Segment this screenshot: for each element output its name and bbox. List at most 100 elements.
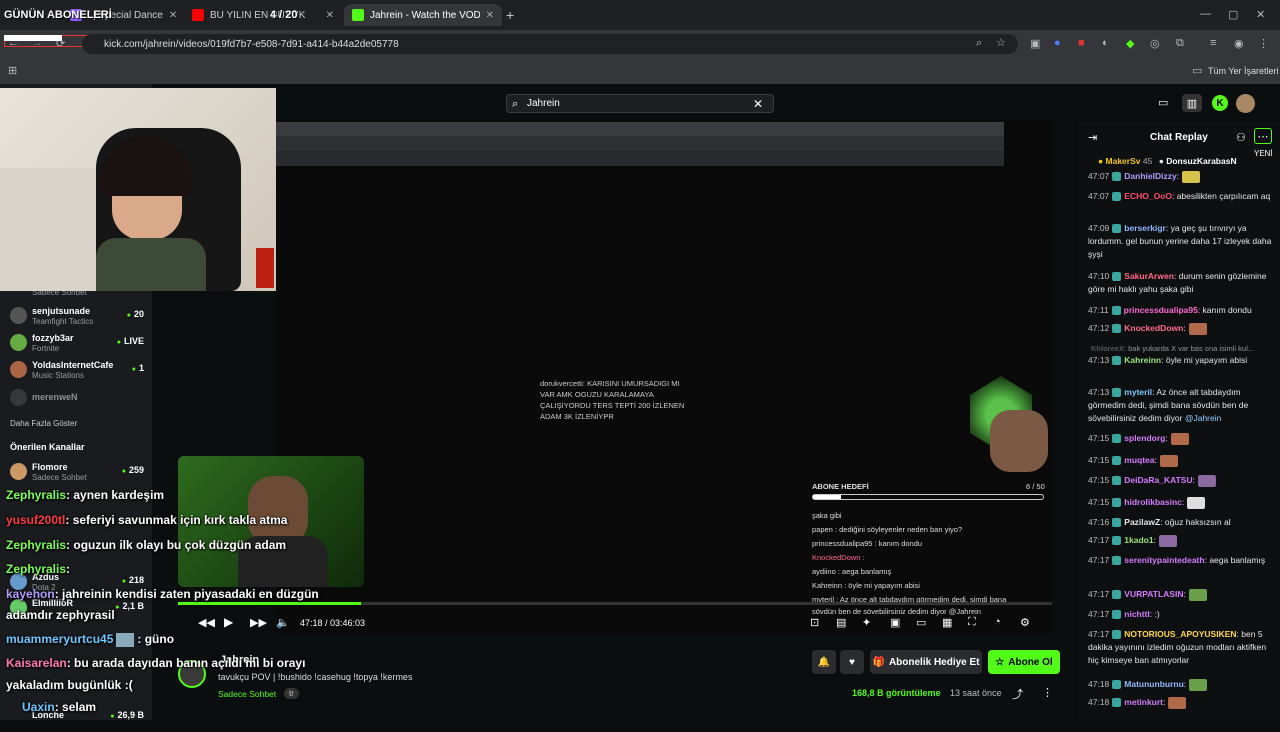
overlay-chat-user: Kaisarelan bbox=[6, 656, 67, 670]
extension-icon[interactable]: ■ bbox=[1078, 37, 1085, 49]
pip-icon[interactable]: ▣ bbox=[890, 616, 900, 629]
notification-bell-button[interactable]: 🔔 bbox=[812, 650, 836, 674]
chat-username[interactable]: hidrolikbasinc bbox=[1124, 497, 1182, 507]
kick-logo-icon[interactable]: K bbox=[1212, 95, 1228, 111]
url-field[interactable]: kick.com/jahrein/videos/019fd7b7-e508-7d… bbox=[82, 34, 1018, 54]
play-icon[interactable]: ▶ bbox=[224, 615, 233, 629]
viewer-count: 2,1 B bbox=[115, 601, 144, 611]
apps-grid-icon[interactable]: ⊞ bbox=[8, 64, 17, 77]
chat-username[interactable]: splendorg bbox=[1124, 433, 1165, 443]
chat-timestamp: 47:13 bbox=[1088, 387, 1110, 397]
search-input[interactable]: ⌕ Jahrein ✕ bbox=[506, 94, 774, 113]
gift-sub-label: Abonelik Hediye Et bbox=[888, 656, 980, 668]
overlay-chat-msg: : bbox=[66, 562, 71, 576]
extension-icon[interactable]: ◆ bbox=[1126, 37, 1134, 50]
overlay-chat-msg: : jahreinin kendisi zaten piyasadaki en … bbox=[54, 587, 319, 601]
gift-sub-button[interactable]: 🎁 Abonelik Hediye Et bbox=[870, 650, 982, 674]
users-icon[interactable]: ⚇ bbox=[1236, 131, 1246, 144]
show-more-link[interactable]: Daha Fazla Göster bbox=[10, 419, 77, 428]
bookmark-star-icon[interactable]: ☆ bbox=[996, 36, 1006, 49]
badge-icon bbox=[1112, 192, 1122, 202]
chat-text: : öyle mi yapayım abisi bbox=[1161, 355, 1248, 365]
extensions-puzzle-icon[interactable]: ⧉ bbox=[1176, 37, 1184, 50]
sidebar-channel[interactable]: senjutsunadeTeamfight Tactics 20 bbox=[10, 304, 148, 330]
profile-icon[interactable]: ◉ bbox=[1234, 37, 1244, 50]
video-progress-bar[interactable] bbox=[178, 602, 1052, 605]
close-icon[interactable]: ✕ bbox=[169, 10, 177, 21]
sidebar-channel[interactable]: merenweN bbox=[10, 386, 148, 412]
layout-icon[interactable]: ▥ bbox=[1182, 94, 1202, 112]
viewer-count: 20 bbox=[127, 309, 144, 319]
media-icon[interactable]: ≡ bbox=[1210, 37, 1216, 49]
extension-icon[interactable]: ◐ bbox=[1102, 37, 1109, 49]
chat-title: Chat Replay bbox=[1150, 132, 1208, 143]
chat-username[interactable]: DeiDaRa_KATSU bbox=[1124, 475, 1192, 485]
extension-icon[interactable]: ◎ bbox=[1150, 37, 1160, 50]
webcam-video bbox=[0, 88, 276, 291]
captions-icon[interactable]: ▤ bbox=[836, 616, 846, 629]
clear-search-icon[interactable]: ✕ bbox=[753, 97, 763, 111]
chat-username[interactable]: KnockedDown bbox=[1124, 323, 1183, 333]
chat-username[interactable]: muqtea bbox=[1124, 455, 1154, 465]
browser-tab-3[interactable]: Jahrein - Watch the VOD on Kick ✕ bbox=[344, 4, 502, 26]
chat-message: 47:10 SakurArwen: durum senin gözlemine g… bbox=[1088, 270, 1274, 296]
zoom-icon[interactable]: ⌕ bbox=[976, 37, 982, 50]
chat-username[interactable]: princessdualipa95 bbox=[1124, 305, 1198, 315]
chat-username[interactable]: ECHO_OoO bbox=[1124, 191, 1172, 201]
sidebar-channel[interactable]: YoldasInternetCafeMusic Stations 1 bbox=[10, 358, 148, 384]
chat-username[interactable]: Matununburnu bbox=[1124, 679, 1183, 689]
extension-icon[interactable]: ● bbox=[1054, 37, 1061, 49]
chat-username[interactable]: Kahreinn bbox=[1124, 355, 1161, 365]
chat-username[interactable]: serenitypaintedeath bbox=[1124, 555, 1204, 565]
new-tab-button[interactable]: + bbox=[506, 7, 514, 23]
window-maximize-icon[interactable]: ▢ bbox=[1228, 8, 1238, 21]
forward-skip-icon[interactable]: ▶▶ bbox=[250, 616, 267, 629]
chat-username[interactable]: DanhielDizzy bbox=[1124, 171, 1176, 181]
sidebar-channel[interactable]: fozzyb3arFortnite LIVE bbox=[10, 331, 148, 357]
fullscreen-icon[interactable]: ⛶ bbox=[968, 616, 976, 629]
menu-icon[interactable]: ⋮ bbox=[1258, 37, 1269, 50]
speed-icon[interactable]: ◔ bbox=[994, 616, 1001, 628]
follow-heart-button[interactable]: ♥ bbox=[840, 650, 864, 674]
chat-timestamp: 47:17 bbox=[1088, 555, 1110, 565]
chat-username[interactable]: KhloreeX bbox=[1091, 344, 1124, 353]
effects-icon[interactable]: ✦ bbox=[862, 616, 871, 629]
more-options-icon[interactable]: ⋮ bbox=[1042, 686, 1053, 699]
chat-username[interactable]: NOTORIOUS_APOYUSIKEN bbox=[1124, 629, 1236, 639]
window-minimize-icon[interactable]: — bbox=[1200, 8, 1211, 20]
share-icon[interactable]: ⤴ bbox=[1012, 686, 1023, 702]
volume-icon[interactable]: 🔈 bbox=[276, 616, 290, 629]
clip-icon[interactable]: ⊡ bbox=[810, 616, 819, 629]
video-category[interactable]: Sadece Sohbet bbox=[218, 689, 276, 699]
all-bookmarks-link[interactable]: Tüm Yer İşaretleri bbox=[1208, 66, 1279, 76]
user-avatar[interactable] bbox=[1236, 94, 1255, 113]
extension-icon[interactable]: ▣ bbox=[1030, 37, 1040, 50]
stream-chat-line: papen : dediğini söyleyenler neden ban y… bbox=[812, 525, 963, 534]
theater-icon[interactable]: ▭ bbox=[1158, 96, 1168, 109]
cinema-icon[interactable]: ▦ bbox=[942, 616, 952, 629]
close-icon[interactable]: ✕ bbox=[486, 10, 494, 21]
close-icon[interactable]: ✕ bbox=[326, 10, 334, 21]
chat-more-icon[interactable]: ⋯ bbox=[1254, 128, 1272, 144]
rewind-icon[interactable]: ◀◀ bbox=[198, 616, 215, 629]
chat-mention[interactable]: @Jahrein bbox=[1182, 413, 1222, 423]
viewer-count: 26,9 B bbox=[110, 710, 144, 720]
chat-username[interactable]: berserkigr bbox=[1124, 223, 1166, 233]
browser-tab-2[interactable]: BU YILIN EN BÜYÜK SKANDALI✕ bbox=[184, 4, 342, 26]
chat-username[interactable]: metinkurt bbox=[1124, 697, 1163, 707]
shirt bbox=[96, 238, 206, 291]
theater-mode-icon[interactable]: ▭ bbox=[916, 616, 926, 629]
chat-username[interactable]: SakurArwen bbox=[1124, 271, 1174, 281]
sidebar-channel[interactable]: FlomoreSadece Sohbet 259 bbox=[10, 460, 148, 486]
window-close-icon[interactable]: ✕ bbox=[1256, 8, 1265, 21]
chat-username[interactable]: myteril bbox=[1124, 387, 1152, 397]
video-player[interactable] bbox=[276, 120, 1052, 634]
chat-username[interactable]: nichttl bbox=[1124, 609, 1150, 619]
overlay-chat-msg: : oguzun ilk olayı bu çok düzgün adam bbox=[66, 538, 287, 552]
collapse-chat-icon[interactable]: ⇥ bbox=[1088, 131, 1097, 144]
chat-username[interactable]: PazilawZ bbox=[1124, 517, 1160, 527]
settings-gear-icon[interactable]: ⚙ bbox=[1020, 616, 1030, 629]
chat-username[interactable]: 1kado1 bbox=[1124, 535, 1153, 545]
subscribe-button[interactable]: ☆ Abone Ol bbox=[988, 650, 1060, 674]
chat-username[interactable]: VURPATLASIN bbox=[1124, 589, 1183, 599]
